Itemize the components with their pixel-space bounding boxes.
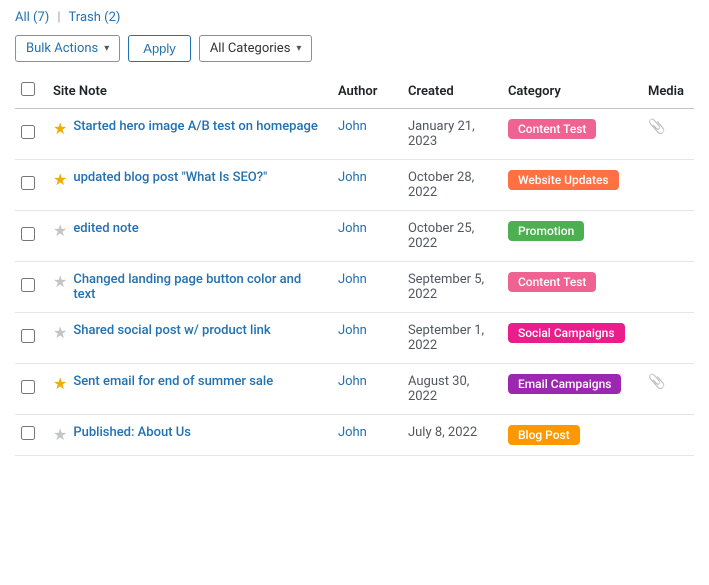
author-link[interactable]: John [338, 119, 367, 134]
created-date: September 5, 2022 [398, 262, 498, 313]
author-link[interactable]: John [338, 170, 367, 185]
table-row: ★ Sent email for end of summer sale John Au… [15, 364, 694, 415]
note-text[interactable]: Sent email for end of summer sale [73, 374, 273, 389]
note-text[interactable]: Started hero image A/B test on homepage [73, 119, 317, 134]
header-created: Created [398, 74, 498, 109]
categories-label: All Categories [210, 41, 291, 56]
nav-all-link[interactable]: All (7) [15, 10, 49, 25]
header-category: Category [498, 74, 638, 109]
author-link[interactable]: John [338, 272, 367, 287]
select-all-checkbox[interactable] [21, 82, 35, 96]
row-checkbox[interactable] [21, 125, 35, 139]
table-row: ★ Changed landing page button color and t… [15, 262, 694, 313]
note-text[interactable]: Published: About Us [73, 425, 191, 440]
row-checkbox[interactable] [21, 329, 35, 343]
created-date: October 25, 2022 [398, 211, 498, 262]
row-checkbox[interactable] [21, 426, 35, 440]
author-link[interactable]: John [338, 221, 367, 236]
star-icon[interactable]: ★ [53, 272, 67, 291]
note-text[interactable]: Changed landing page button color and te… [73, 272, 318, 302]
star-icon[interactable]: ★ [53, 221, 67, 240]
created-date: October 28, 2022 [398, 160, 498, 211]
categories-dropdown[interactable]: All Categories ▾ [199, 35, 313, 62]
category-badge[interactable]: Content Test [508, 272, 596, 292]
categories-chevron-icon: ▾ [296, 43, 301, 54]
row-checkbox[interactable] [21, 278, 35, 292]
header-media: Media [638, 74, 694, 109]
header-site-note: Site Note [43, 74, 328, 109]
bulk-actions-label: Bulk Actions [26, 41, 98, 56]
nav-trash-count: (2) [104, 10, 120, 25]
note-text[interactable]: updated blog post "What Is SEO?" [73, 170, 267, 185]
category-badge[interactable]: Blog Post [508, 425, 580, 445]
star-icon[interactable]: ★ [53, 425, 67, 444]
table-row: ★ edited note John October 25, 2022 Promotio… [15, 211, 694, 262]
paperclip-icon: 📎 [648, 374, 665, 390]
category-badge[interactable]: Content Test [508, 119, 596, 139]
author-link[interactable]: John [338, 425, 367, 440]
category-badge[interactable]: Email Campaigns [508, 374, 622, 394]
row-checkbox[interactable] [21, 176, 35, 190]
star-icon[interactable]: ★ [53, 119, 67, 138]
table-row: ★ Shared social post w/ product link John S… [15, 313, 694, 364]
created-date: September 1, 2022 [398, 313, 498, 364]
row-checkbox[interactable] [21, 380, 35, 394]
apply-button[interactable]: Apply [128, 35, 191, 62]
category-badge[interactable]: Social Campaigns [508, 323, 625, 343]
table-row: ★ updated blog post "What Is SEO?" John Oct… [15, 160, 694, 211]
header-author: Author [328, 74, 398, 109]
author-link[interactable]: John [338, 323, 367, 338]
category-badge[interactable]: Promotion [508, 221, 584, 241]
notes-table: Site Note Author Created Category Media … [15, 74, 694, 456]
bulk-actions-chevron-icon: ▾ [104, 43, 109, 54]
star-icon[interactable]: ★ [53, 323, 67, 342]
nav-all-label: All [15, 10, 30, 25]
table-row: ★ Started hero image A/B test on homepage… [15, 109, 694, 160]
created-date: January 21, 2023 [398, 109, 498, 160]
created-date: August 30, 2022 [398, 364, 498, 415]
paperclip-icon: 📎 [648, 119, 665, 135]
category-badge[interactable]: Website Updates [508, 170, 619, 190]
note-text[interactable]: edited note [73, 221, 138, 236]
toolbar: Bulk Actions ▾ Apply All Categories ▾ [15, 35, 694, 62]
created-date: July 8, 2022 [398, 415, 498, 456]
nav-trash-label: Trash [69, 10, 101, 25]
nav-all-count: (7) [33, 10, 49, 25]
row-checkbox[interactable] [21, 227, 35, 241]
author-link[interactable]: John [338, 374, 367, 389]
table-row: ★ Published: About Us John July 8, 2022 Blog… [15, 415, 694, 456]
nav-trash-link[interactable]: Trash (2) [69, 10, 121, 25]
star-icon[interactable]: ★ [53, 374, 67, 393]
top-nav: All (7) | Trash (2) [15, 10, 694, 25]
bulk-actions-dropdown[interactable]: Bulk Actions ▾ [15, 35, 120, 62]
note-text[interactable]: Shared social post w/ product link [73, 323, 270, 338]
star-icon[interactable]: ★ [53, 170, 67, 189]
